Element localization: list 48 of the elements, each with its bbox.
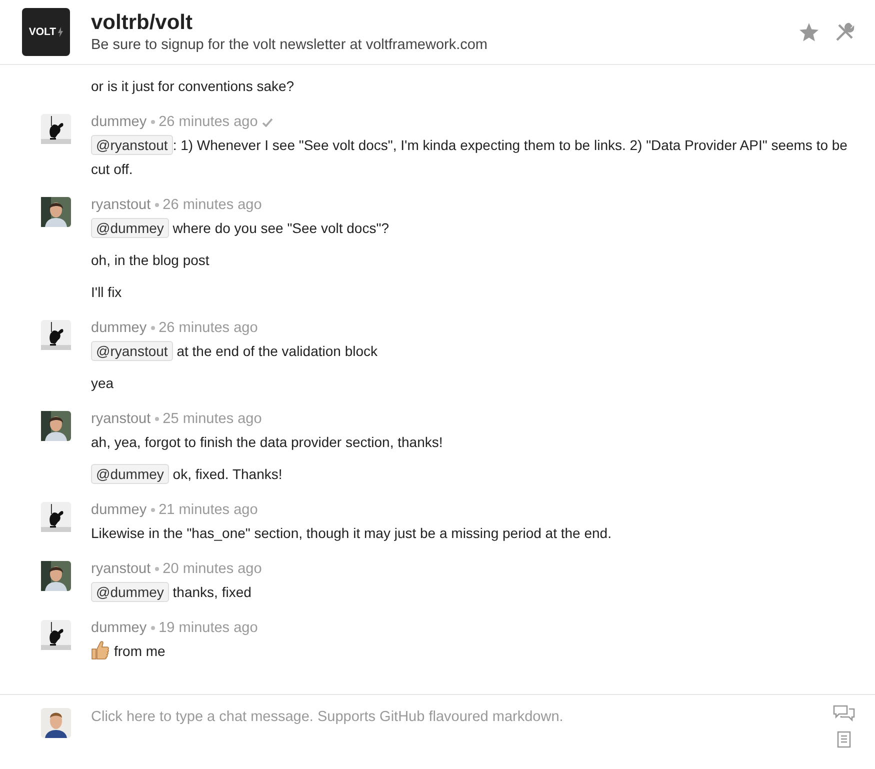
author-name[interactable]: dummey — [91, 114, 147, 130]
author-name[interactable]: dummey — [91, 502, 147, 518]
separator-dot — [150, 120, 155, 124]
message-time: 19 minutes ago — [158, 620, 258, 636]
separator-dot — [150, 326, 155, 330]
message-text: yea — [91, 375, 114, 391]
message-input[interactable]: Click here to type a chat message. Supports GitHub flavoured markdown. — [91, 705, 833, 729]
message-text: from me — [114, 643, 166, 659]
author-name[interactable]: dummey — [91, 320, 147, 336]
message-text: oh, in the blog post — [91, 252, 210, 268]
separator-dot — [154, 203, 159, 207]
user-mention[interactable]: @ryanstout — [91, 341, 173, 361]
message-text: @ryanstout : 1) Whenever I see "See volt docs", I'm kinda expecting them to be links. 2) "Data Provider API" seems to be cut off. — [91, 134, 848, 179]
separator-dot — [154, 567, 159, 571]
user-mention[interactable]: @dummey — [91, 582, 169, 602]
user-mention[interactable]: @dummey — [91, 464, 169, 484]
chat-bubbles-icon[interactable] — [833, 705, 855, 723]
message-text: @dummey where do you see "See volt docs"? — [91, 216, 855, 240]
message-text: @dummey thanks, fixed — [91, 580, 855, 604]
message-text: or is it just for conventions sake? — [91, 78, 294, 94]
person-avatar — [41, 708, 71, 738]
author-name[interactable]: dummey — [91, 620, 147, 636]
settings-icon[interactable] — [835, 22, 855, 42]
separator-dot — [150, 626, 155, 630]
author-name[interactable]: ryanstout — [91, 411, 151, 427]
room-logo: VOLT — [22, 8, 70, 56]
thumbs-up-icon — [91, 640, 109, 660]
message-text: @dummey ok, fixed. Thanks! — [91, 462, 855, 486]
message-time: 26 minutes ago — [158, 320, 258, 336]
message-time: 26 minutes ago — [162, 197, 262, 213]
message-text: @ryanstout at the end of the validation block — [91, 339, 855, 363]
user-mention[interactable]: @ryanstout — [91, 135, 173, 155]
star-icon[interactable] — [799, 22, 819, 42]
separator-dot — [150, 508, 155, 512]
author-name[interactable]: ryanstout — [91, 561, 151, 577]
message-time: 25 minutes ago — [162, 411, 262, 427]
room-topic: Be sure to signup for the volt newsletter at voltframework.com — [91, 37, 489, 53]
author-name[interactable]: ryanstout — [91, 197, 151, 213]
message-time: 26 minutes ago — [158, 114, 258, 130]
message-time: 20 minutes ago — [162, 561, 262, 577]
room-title: voltrb/volt — [91, 11, 194, 35]
message-text: Likewise in the "has_one" section, though it may just be a missing period at the end. — [91, 525, 612, 541]
separator-dot — [154, 417, 159, 421]
document-icon[interactable] — [837, 731, 851, 748]
message-text: ah, yea, forgot to finish the data provider section, thanks! — [91, 434, 443, 450]
message-time: 21 minutes ago — [158, 502, 258, 518]
message-text: I'll fix — [91, 284, 122, 300]
user-mention[interactable]: @dummey — [91, 218, 169, 238]
